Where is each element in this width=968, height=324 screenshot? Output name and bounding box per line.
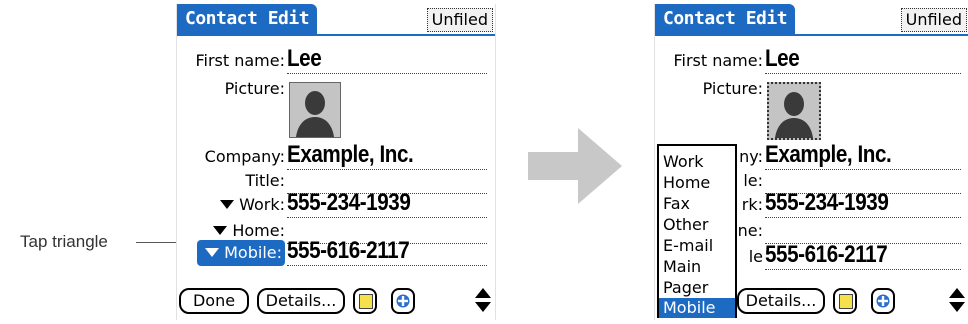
right-arrow-icon [528, 128, 622, 204]
person-silhouette-icon [290, 83, 340, 137]
work-label[interactable]: Work: [220, 192, 285, 218]
title-label: Title: [245, 171, 285, 190]
done-button[interactable]: Done [179, 288, 249, 314]
home-field[interactable] [765, 217, 961, 244]
command-bar: Done Details... [179, 288, 495, 314]
work-field[interactable]: 555-234-1939 [765, 189, 961, 218]
add-field-button[interactable] [871, 288, 895, 314]
company-field[interactable]: Example, Inc. [287, 141, 487, 170]
first-name-field[interactable]: Lee [287, 45, 487, 74]
company-field[interactable]: Example, Inc. [765, 141, 961, 170]
note-button[interactable] [353, 288, 377, 314]
scroll-down-icon[interactable] [475, 302, 491, 312]
first-name-label: First name: [673, 51, 763, 70]
category-picker[interactable]: Unfiled [900, 8, 967, 32]
popup-item-work[interactable]: Work [659, 152, 735, 172]
category-picker[interactable]: Unfiled [426, 8, 493, 32]
picture-label: Picture: [224, 79, 285, 98]
company-label-partial: ny: [739, 147, 763, 166]
mobile-row: Mobile: 555-616-2117 [177, 237, 495, 266]
work-label-partial: rk: [741, 195, 763, 214]
popup-item-other[interactable]: Other [659, 215, 735, 235]
person-silhouette-icon [769, 84, 819, 138]
first-name-row: First name: Lee [655, 45, 968, 74]
details-button[interactable]: Details... [257, 288, 345, 314]
popup-item-pager[interactable]: Pager [659, 278, 735, 298]
popup-item-mobile[interactable]: Mobile [659, 298, 735, 318]
home-label-partial: ne: [737, 221, 763, 240]
company-label: Company: [204, 147, 285, 166]
popup-item-fax[interactable]: Fax [659, 194, 735, 214]
work-row: Work: 555-234-1939 [177, 189, 495, 218]
plus-icon [396, 294, 410, 308]
first-name-label: First name: [195, 51, 285, 70]
first-name-row: First name: Lee [177, 45, 495, 74]
details-button[interactable]: Details... [737, 288, 825, 314]
phone-label-popup: Work Home Fax Other E-mail Main Pager Mo… [657, 144, 737, 318]
mobile-field[interactable]: 555-616-2117 [287, 237, 487, 266]
note-icon [839, 294, 853, 309]
contact-picture[interactable] [289, 82, 341, 138]
plus-icon [876, 294, 890, 308]
mobile-field[interactable]: 555-616-2117 [765, 241, 961, 270]
title-bar: Contact Edit Unfiled [655, 4, 968, 36]
scroll-up-icon[interactable] [475, 288, 491, 298]
mobile-label[interactable]: Mobile: [197, 240, 285, 266]
annotation-leader-line [136, 242, 178, 243]
note-icon [359, 294, 373, 309]
triangle-down-icon[interactable] [213, 226, 228, 235]
popup-item-home[interactable]: Home [659, 173, 735, 193]
contact-edit-screen-before: Contact Edit Unfiled First name: Lee Pic… [176, 4, 496, 320]
scroll-arrows[interactable] [475, 288, 491, 314]
screen-title: Contact Edit [655, 4, 796, 34]
work-field[interactable]: 555-234-1939 [287, 189, 487, 218]
scroll-up-icon[interactable] [949, 288, 965, 298]
mobile-label-partial: le [748, 247, 763, 266]
picture-label: Picture: [702, 79, 763, 98]
scroll-arrows[interactable] [949, 288, 965, 314]
triangle-down-icon[interactable] [220, 200, 235, 209]
contact-edit-screen-after: Contact Edit Unfiled First name: Lee Pic… [654, 4, 968, 320]
add-field-button[interactable] [391, 288, 415, 314]
title-label-partial: le: [743, 171, 763, 190]
screen-title: Contact Edit [177, 4, 318, 34]
triangle-down-icon[interactable] [205, 248, 220, 257]
popup-item-email[interactable]: E-mail [659, 236, 735, 256]
note-button[interactable] [833, 288, 857, 314]
tap-triangle-annotation: Tap triangle [20, 232, 108, 251]
scroll-down-icon[interactable] [949, 302, 965, 312]
title-bar: Contact Edit Unfiled [177, 4, 495, 36]
contact-picture[interactable] [767, 82, 821, 140]
first-name-field[interactable]: Lee [765, 45, 961, 74]
popup-item-main[interactable]: Main [659, 257, 735, 277]
